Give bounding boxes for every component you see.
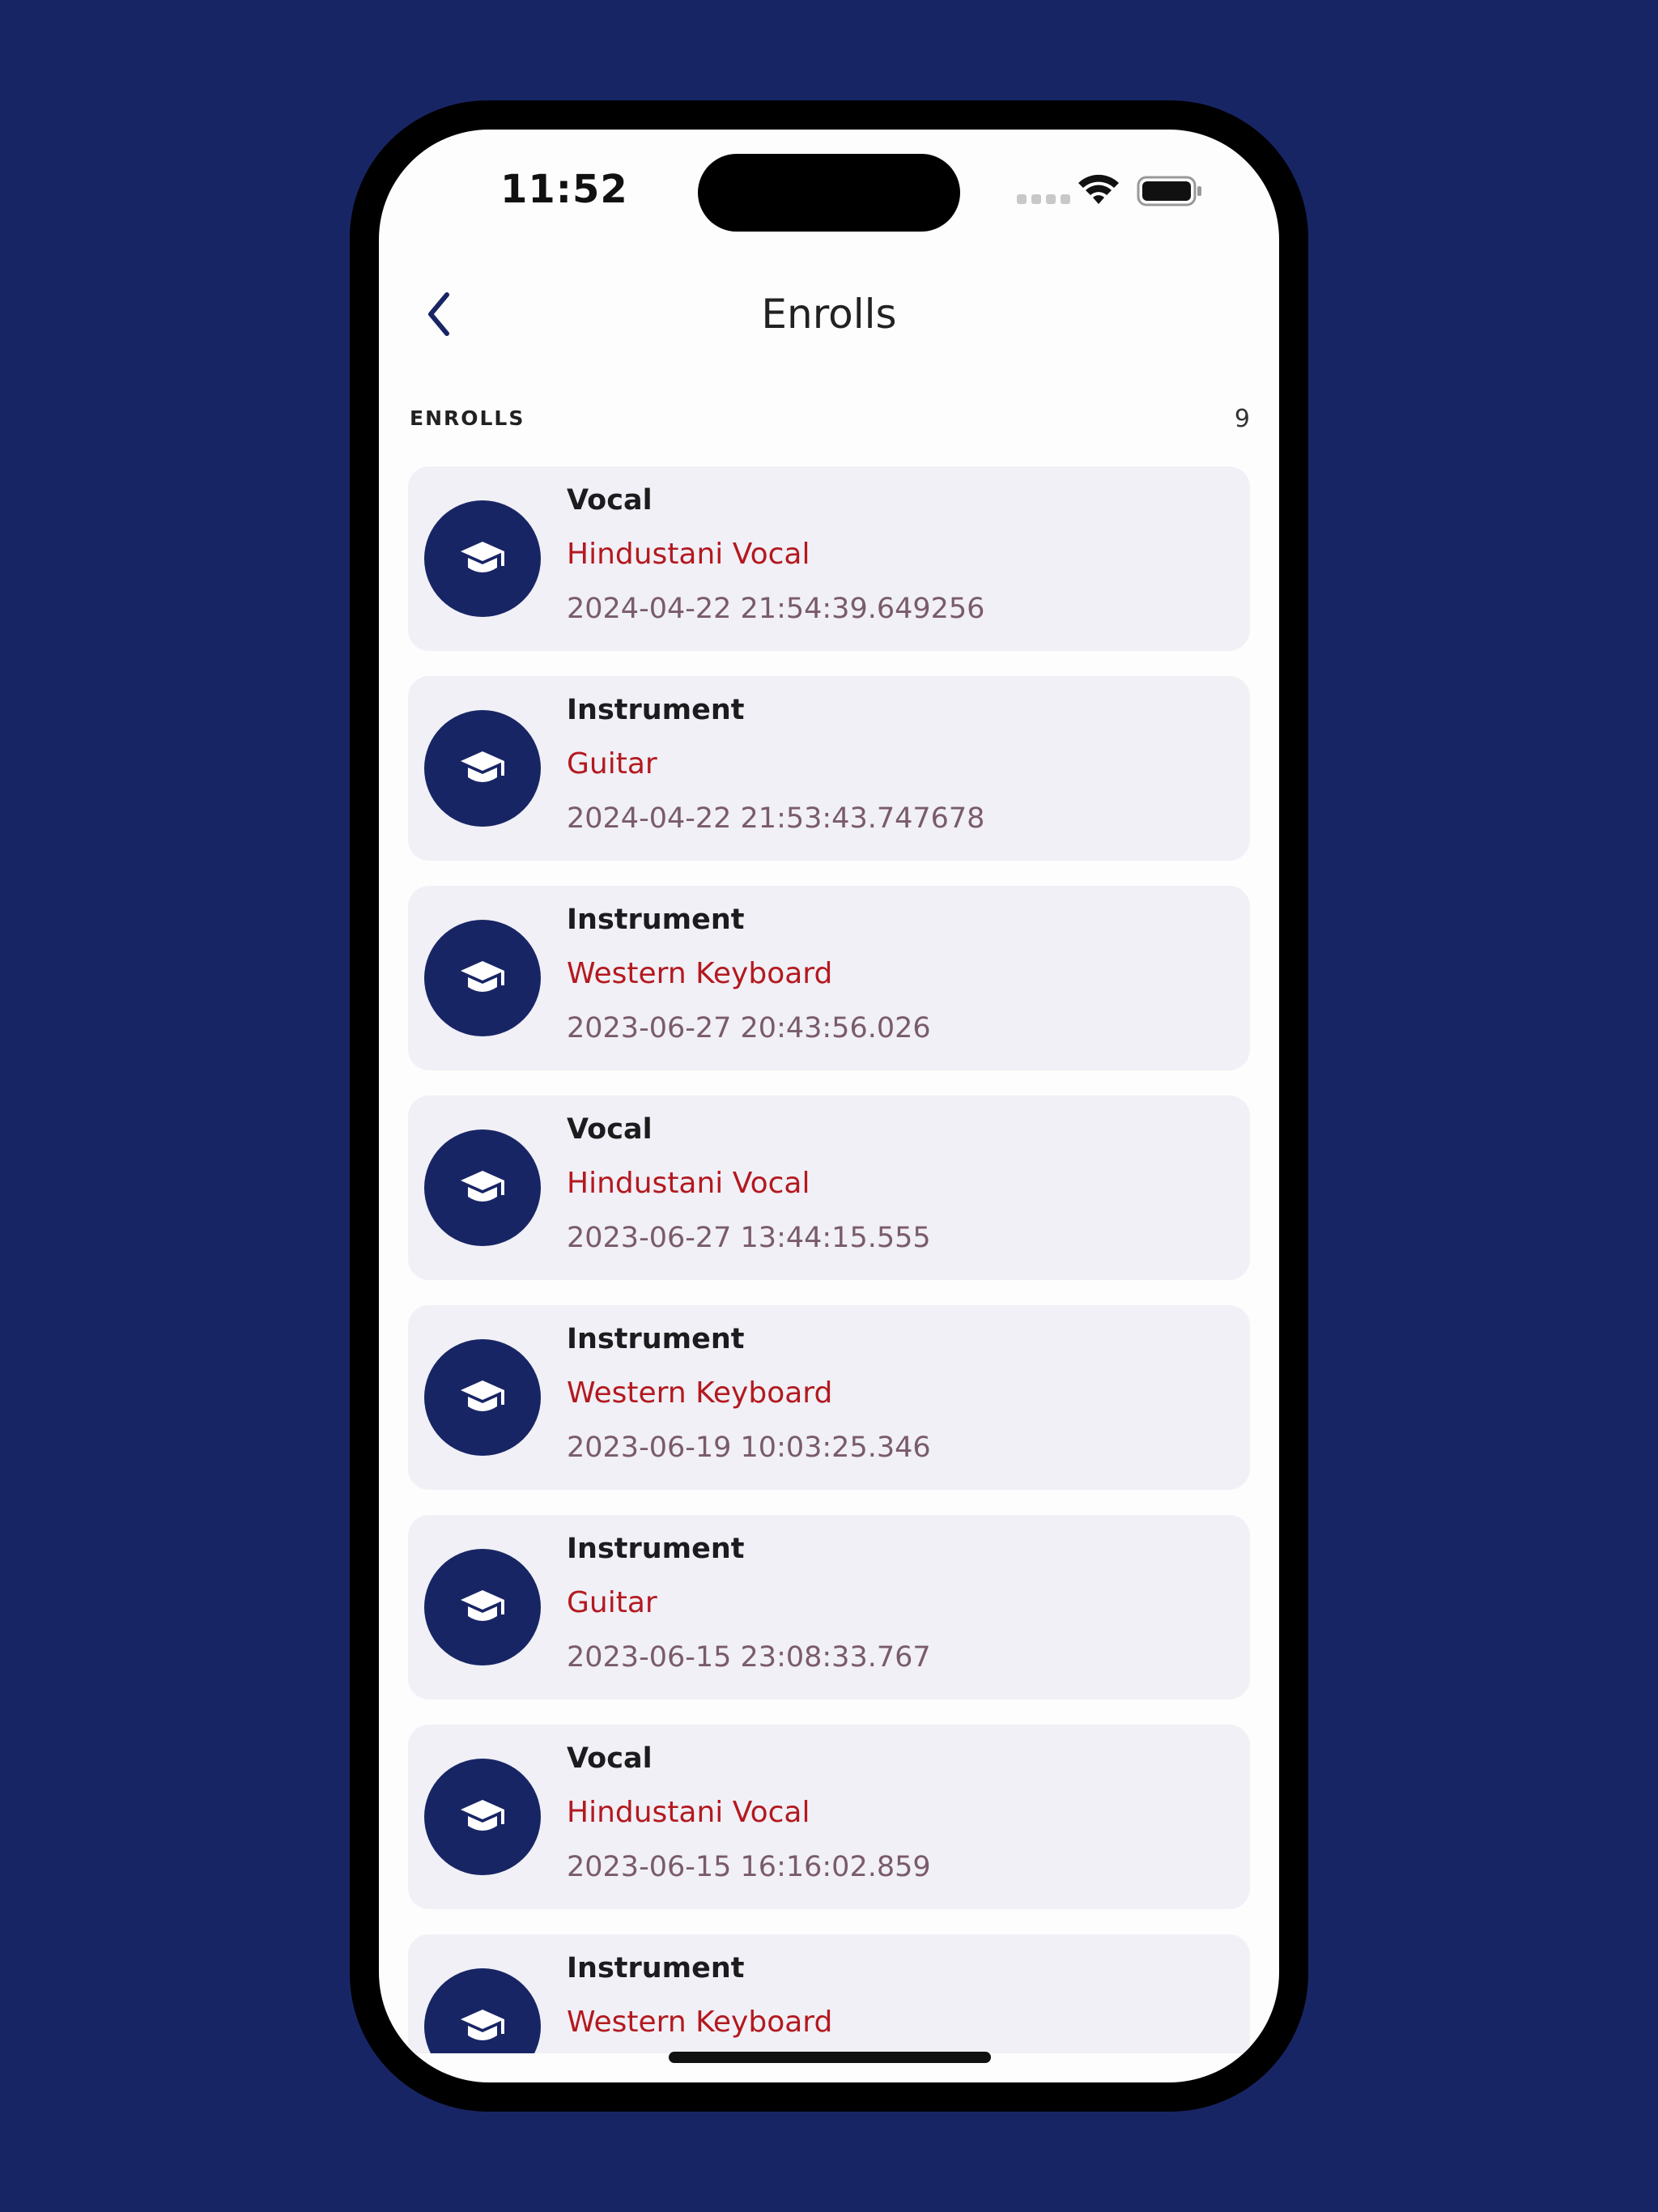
enrollment-course: Western Keyboard bbox=[567, 2006, 833, 2039]
enrollment-card[interactable]: Vocal Hindustani Vocal 2023-06-27 13:44:… bbox=[408, 1095, 1250, 1280]
enrollment-date: 2023-06-27 20:43:56.026 bbox=[567, 1012, 931, 1044]
course-avatar bbox=[424, 710, 541, 827]
enrollment-card[interactable]: Vocal Hindustani Vocal 2024-04-22 21:54:… bbox=[408, 466, 1250, 651]
enrollment-course: Hindustani Vocal bbox=[567, 538, 810, 571]
enrollment-date: 2023-06-27 13:44:15.555 bbox=[567, 1222, 931, 1254]
enrollment-course: Western Keyboard bbox=[567, 957, 833, 990]
dynamic-island bbox=[698, 154, 960, 232]
course-avatar bbox=[424, 1968, 541, 2053]
battery-icon bbox=[1137, 176, 1201, 206]
graduation-cap-icon bbox=[461, 542, 504, 572]
enrollment-card[interactable]: Vocal Hindustani Vocal 2023-06-15 16:16:… bbox=[408, 1725, 1250, 1909]
enrollment-course: Western Keyboard bbox=[567, 1376, 833, 1410]
enrollment-card[interactable]: Instrument Western Keyboard bbox=[408, 1934, 1250, 2053]
enrollments-list[interactable]: Vocal Hindustani Vocal 2024-04-22 21:54:… bbox=[408, 466, 1250, 2053]
cellular-signal-icon bbox=[1017, 194, 1070, 204]
enrollment-date: 2024-04-22 21:53:43.747678 bbox=[567, 802, 985, 835]
graduation-cap-icon bbox=[461, 961, 504, 992]
graduation-cap-icon bbox=[461, 1171, 504, 1202]
enrollment-date: 2024-04-22 21:54:39.649256 bbox=[567, 593, 985, 625]
course-avatar bbox=[424, 1129, 541, 1246]
enroll-count: 9 bbox=[1234, 405, 1250, 433]
enrollment-date: 2023-06-19 10:03:25.346 bbox=[567, 1431, 931, 1464]
home-indicator[interactable] bbox=[669, 2052, 991, 2063]
enrollment-type: Vocal bbox=[567, 1113, 653, 1146]
enrollment-card[interactable]: Instrument Guitar 2023-06-15 23:08:33.76… bbox=[408, 1515, 1250, 1699]
enrollment-card[interactable]: Instrument Guitar 2024-04-22 21:53:43.74… bbox=[408, 676, 1250, 861]
course-avatar bbox=[424, 920, 541, 1036]
section-header: ENROLLS bbox=[410, 406, 525, 430]
status-time: 11:52 bbox=[500, 167, 628, 212]
enrollment-type: Instrument bbox=[567, 1323, 745, 1355]
enrollment-card[interactable]: Instrument Western Keyboard 2023-06-27 2… bbox=[408, 886, 1250, 1070]
enrollment-type: Instrument bbox=[567, 1533, 745, 1565]
course-avatar bbox=[424, 1339, 541, 1456]
page-title: Enrolls bbox=[761, 291, 897, 338]
course-avatar bbox=[424, 500, 541, 617]
enrollment-type: Instrument bbox=[567, 1952, 745, 1984]
enrollment-type: Instrument bbox=[567, 694, 745, 726]
enrollment-course: Hindustani Vocal bbox=[567, 1167, 810, 1200]
enrollment-date: 2023-06-15 16:16:02.859 bbox=[567, 1851, 931, 1883]
enrollment-course: Guitar bbox=[567, 747, 657, 781]
wifi-icon bbox=[1078, 174, 1119, 204]
enrollment-card[interactable]: Instrument Western Keyboard 2023-06-19 1… bbox=[408, 1305, 1250, 1490]
enrollment-course: Hindustani Vocal bbox=[567, 1796, 810, 1829]
phone-screen: 11:52 Enrolls ENROLLS 9 Vocal Hindustani… bbox=[379, 130, 1279, 2082]
graduation-cap-icon bbox=[461, 1590, 504, 1621]
enrollment-type: Instrument bbox=[567, 904, 745, 936]
enrollment-type: Vocal bbox=[567, 1742, 653, 1775]
graduation-cap-icon bbox=[461, 751, 504, 782]
enrollment-type: Vocal bbox=[567, 484, 653, 517]
course-avatar bbox=[424, 1549, 541, 1665]
enrollment-date: 2023-06-15 23:08:33.767 bbox=[567, 1641, 931, 1674]
graduation-cap-icon bbox=[461, 1800, 504, 1831]
course-avatar bbox=[424, 1759, 541, 1875]
enrollment-course: Guitar bbox=[567, 1586, 657, 1619]
graduation-cap-icon bbox=[461, 1380, 504, 1411]
graduation-cap-icon bbox=[461, 2010, 504, 2040]
